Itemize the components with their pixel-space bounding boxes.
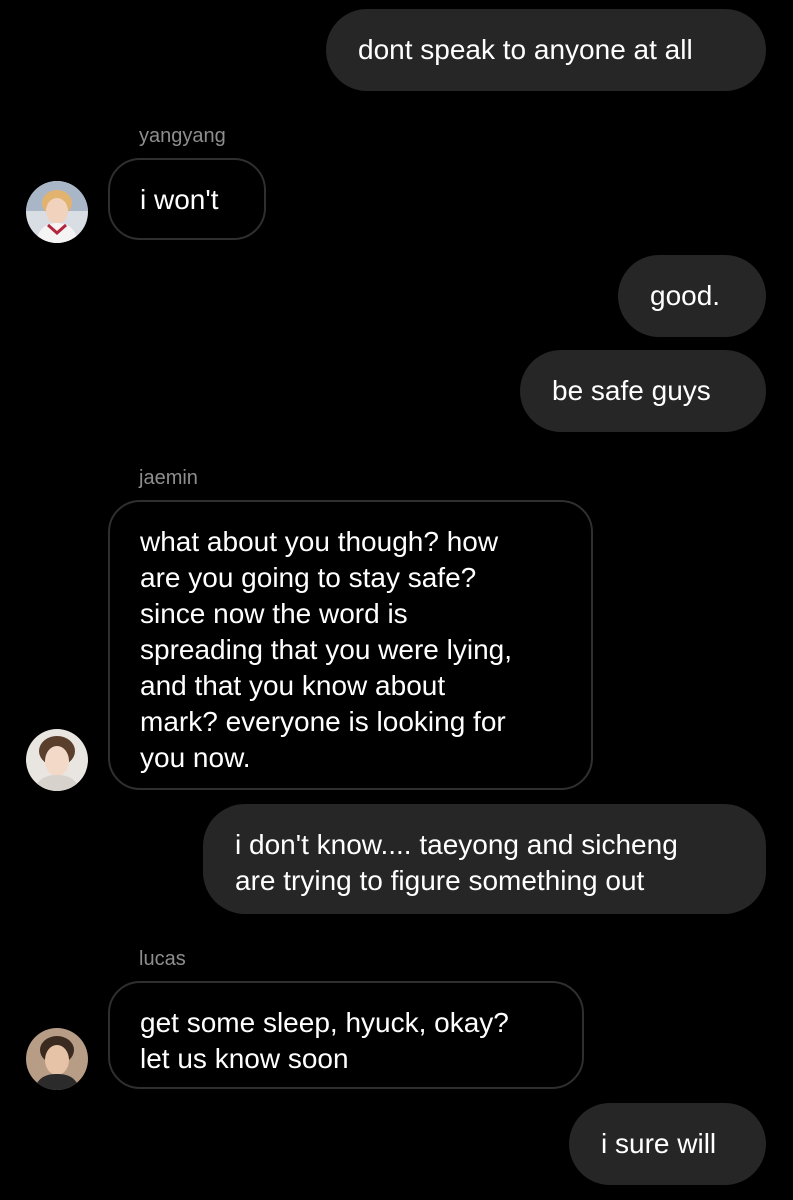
message-bubble-incoming[interactable]: i won't — [108, 158, 266, 240]
sender-name: jaemin — [139, 467, 198, 489]
message-bubble-outgoing[interactable]: i sure will — [569, 1103, 766, 1185]
user-avatar-icon — [26, 1028, 88, 1090]
sender-name: lucas — [139, 948, 186, 970]
avatar[interactable] — [26, 181, 88, 243]
message-bubble-incoming[interactable]: get some sleep, hyuck, okay? let us know… — [108, 981, 584, 1089]
sender-name: yangyang — [139, 125, 226, 147]
message-bubble-incoming[interactable]: what about you though? how are you going… — [108, 500, 593, 790]
message-bubble-outgoing[interactable]: dont speak to anyone at all — [326, 9, 766, 91]
user-avatar-icon — [26, 729, 88, 791]
avatar[interactable] — [26, 1028, 88, 1090]
message-bubble-outgoing[interactable]: good. — [618, 255, 766, 337]
avatar[interactable] — [26, 729, 88, 791]
message-bubble-outgoing[interactable]: be safe guys — [520, 350, 766, 432]
message-bubble-outgoing[interactable]: i don't know.... taeyong and sicheng are… — [203, 804, 766, 914]
user-avatar-icon — [26, 181, 88, 243]
